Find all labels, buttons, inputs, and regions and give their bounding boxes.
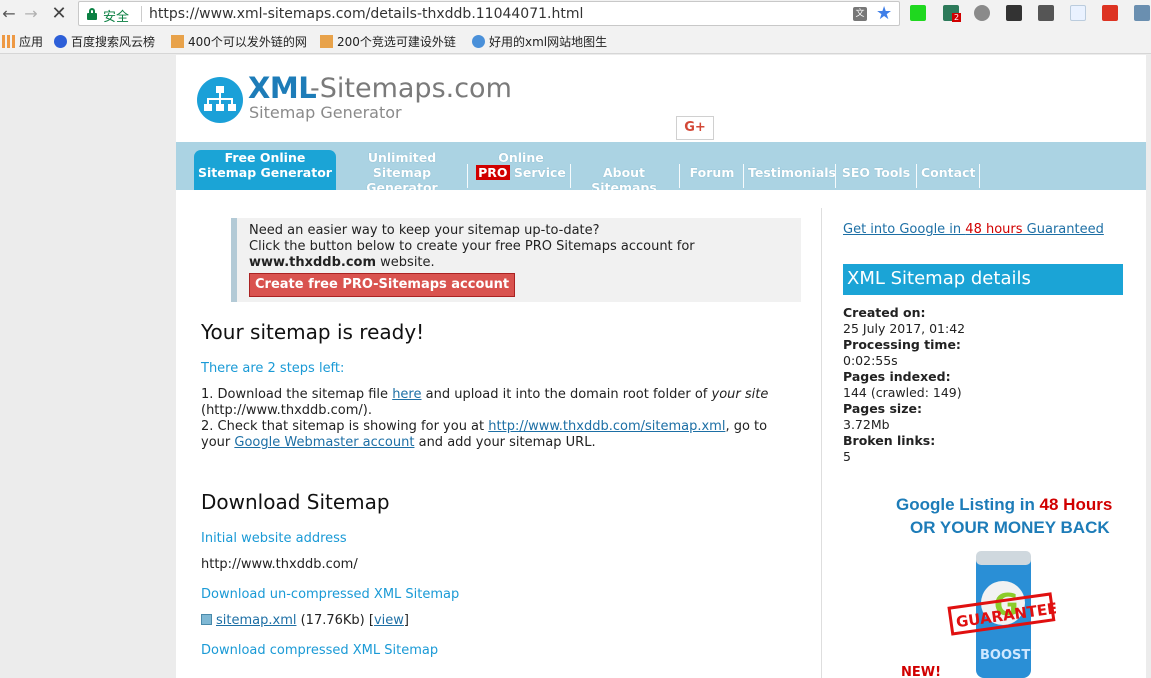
nav-separator: [743, 164, 744, 188]
bookmark-page-icon: [320, 35, 333, 48]
nav-separator: [679, 164, 680, 188]
create-pro-account-button[interactable]: Create free PRO-Sitemaps account: [249, 273, 516, 297]
extension-green-icon[interactable]: [910, 5, 926, 21]
translate-icon[interactable]: 文: [853, 7, 867, 21]
browser-toolbar: ← → ✕ 安全 https://www.xml-sitemaps.com/de…: [0, 0, 1151, 28]
step-1: 1. Download the sitemap file here and up…: [201, 387, 769, 418]
back-arrow-icon[interactable]: ←: [0, 4, 18, 24]
step-2: 2. Check that sitemap is showing for you…: [201, 419, 768, 450]
initial-address-label: Initial website address: [201, 531, 347, 546]
extension-badge: 2: [952, 13, 962, 22]
google-guarantee-link[interactable]: Get into Google in 48 hours Guaranteed: [843, 222, 1104, 237]
stop-loading-icon[interactable]: ✕: [50, 4, 68, 24]
main-nav: Free Online Sitemap Generator Unlimited …: [176, 142, 1146, 195]
apps-grid-icon: [2, 35, 15, 48]
extension-picture-icon[interactable]: [1134, 5, 1150, 21]
bookmark-xml[interactable]: 好用的xml网站地图生: [472, 33, 607, 50]
lock-icon: [87, 8, 97, 20]
page-content: XML -Sitemaps.com Sitemap Generator G+ F…: [176, 55, 1146, 678]
uncompressed-file-row: sitemap.xml (17.76Kb) [view]: [201, 613, 801, 629]
sitemap-url-link[interactable]: http://www.thxddb.com/sitemap.xml: [488, 419, 725, 434]
ad-headline[interactable]: Google Listing in 48 Hours: [896, 495, 1112, 515]
paw-icon: [54, 35, 67, 48]
notice-domain: www.thxddb.com: [249, 255, 377, 270]
bookmark-400[interactable]: 400个可以发外链的网: [171, 33, 307, 50]
extension-html-icon[interactable]: 2: [943, 5, 962, 22]
nav-separator: [835, 164, 836, 188]
uncompressed-label: Download un-compressed XML Sitemap: [201, 587, 460, 602]
pro-notice-box: Need an easier way to keep your sitemap …: [231, 218, 801, 302]
sitemap-logo-icon[interactable]: [197, 77, 243, 123]
extension-gear-icon[interactable]: [974, 5, 990, 21]
extension-check-icon[interactable]: [1006, 5, 1022, 21]
nav-seo-tools[interactable]: SEO Tools: [841, 165, 911, 213]
nav-separator: [467, 164, 468, 188]
steps-label: There are 2 steps left:: [201, 361, 345, 376]
main-column: Need an easier way to keep your sitemap …: [176, 190, 821, 678]
logo-domain[interactable]: -Sitemaps.com: [310, 73, 512, 104]
secure-label: 安全: [103, 10, 130, 25]
bookmark-page-icon: [171, 35, 184, 48]
ad-subheadline[interactable]: OR YOUR MONEY BACK: [910, 518, 1110, 538]
compressed-label: Download compressed XML Sitemap: [201, 643, 439, 658]
logo-xml[interactable]: XML: [248, 71, 317, 105]
extension-fe-icon[interactable]: [1102, 5, 1118, 21]
globe-icon: [472, 35, 485, 48]
url-text[interactable]: https://www.xml-sitemaps.com/details-thx…: [149, 6, 583, 22]
download-sitemap-title: Download Sitemap: [201, 490, 390, 514]
sitemap-details: Created on: 25 July 2017, 01:42 Processi…: [843, 305, 966, 464]
bookmarks-bar: 应用 百度搜索风云榜 400个可以发外链的网 200个竞选可建设外链 好用的xm…: [0, 28, 1151, 54]
download-here-link[interactable]: here: [392, 387, 421, 402]
nav-separator: [979, 164, 980, 188]
google-webmaster-link[interactable]: Google Webmaster account: [234, 435, 414, 450]
view-link[interactable]: view: [374, 613, 404, 628]
divider: [141, 6, 142, 22]
ad-new-label: NEW!: [901, 665, 942, 678]
boost-can-ad-image[interactable]: G GUARANTEED BOOST: [946, 541, 1056, 678]
bookmark-apps[interactable]: 应用: [2, 33, 43, 50]
bookmark-baidu[interactable]: 百度搜索风云榜: [54, 33, 155, 50]
initial-address-value: http://www.thxddb.com/: [201, 557, 358, 572]
extension-zero-icon[interactable]: [1070, 5, 1086, 21]
nav-separator: [570, 164, 571, 188]
nav-contact[interactable]: Contact: [921, 165, 975, 213]
ad-brand-text: BOOST: [980, 648, 1030, 663]
nav-free-online-generator[interactable]: Free Online Sitemap Generator: [194, 150, 336, 190]
column-divider: [821, 208, 822, 678]
pro-badge: PRO: [476, 165, 510, 180]
sitemap-xml-link[interactable]: sitemap.xml: [216, 613, 296, 628]
logo-subtitle: Sitemap Generator: [249, 103, 402, 122]
extension-image-icon[interactable]: [1038, 5, 1054, 21]
bookmark-star-icon[interactable]: ★: [876, 3, 892, 24]
forward-arrow-icon[interactable]: →: [22, 4, 40, 24]
nav-separator: [916, 164, 917, 188]
address-bar[interactable]: 安全 https://www.xml-sitemaps.com/details-…: [78, 1, 900, 26]
sitemap-ready-title: Your sitemap is ready!: [201, 320, 425, 344]
google-plus-button[interactable]: G+: [676, 116, 714, 140]
bookmark-200[interactable]: 200个竞选可建设外链: [320, 33, 456, 50]
details-title: XML Sitemap details: [843, 264, 1123, 295]
file-icon: [201, 614, 212, 625]
